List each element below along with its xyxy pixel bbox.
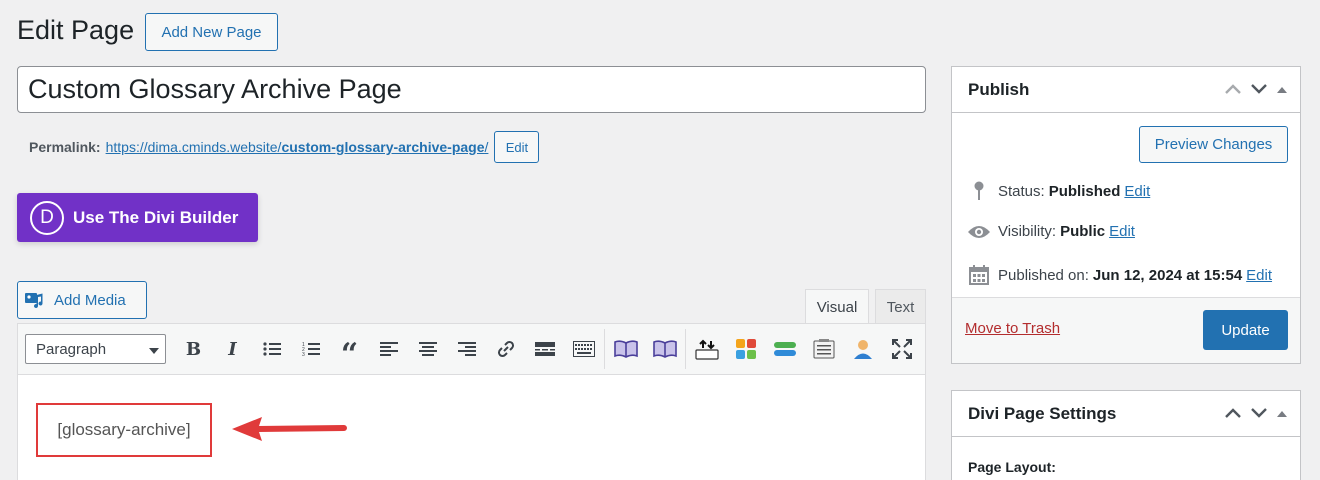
- move-to-trash-link[interactable]: Move to Trash: [965, 320, 1060, 337]
- published-edit-link[interactable]: Edit: [1246, 267, 1272, 284]
- align-left-icon[interactable]: [369, 333, 408, 365]
- document-icon[interactable]: [804, 333, 843, 365]
- status-edit-link[interactable]: Edit: [1124, 183, 1150, 200]
- align-center-icon[interactable]: [408, 333, 447, 365]
- tab-visual[interactable]: Visual: [805, 289, 869, 324]
- glossary-book-alt-icon[interactable]: [645, 333, 684, 365]
- toolbar-separator: [604, 329, 605, 369]
- toggle-bars-icon[interactable]: [765, 333, 804, 365]
- annotation-arrow-icon: [232, 417, 347, 441]
- publish-title: Publish: [968, 79, 1030, 99]
- chevron-up-icon[interactable]: [1224, 404, 1242, 424]
- shortcode-highlight[interactable]: [glossary-archive]: [36, 403, 212, 457]
- status-value: Published: [1048, 182, 1121, 200]
- publish-actions: Move to Trash Update: [952, 297, 1300, 363]
- visibility-edit-link[interactable]: Edit: [1109, 223, 1135, 240]
- numbered-list-icon[interactable]: 123: [291, 333, 330, 365]
- add-new-page-button[interactable]: Add New Page: [145, 13, 278, 51]
- user-icon[interactable]: [843, 333, 882, 365]
- toolbar-toggle-icon[interactable]: [564, 333, 603, 365]
- add-media-label: Add Media: [54, 291, 126, 309]
- link-icon[interactable]: [486, 333, 525, 365]
- blockquote-icon[interactable]: “: [330, 333, 369, 372]
- page-title: Edit Page: [17, 15, 135, 45]
- editor-content-text: [glossary-archive]: [57, 420, 191, 439]
- preview-changes-button[interactable]: Preview Changes: [1139, 126, 1288, 163]
- chevron-up-icon[interactable]: [1224, 80, 1242, 100]
- tab-text[interactable]: Text: [875, 289, 926, 324]
- chevron-down-icon[interactable]: [1250, 80, 1268, 100]
- update-button[interactable]: Update: [1203, 310, 1288, 350]
- status-row: Status: Published Edit: [966, 181, 1150, 201]
- published-date-value: Jun 12, 2024 at 15:54: [1092, 266, 1243, 284]
- published-on-row: Published on: Jun 12, 2024 at 15:54 Edit: [966, 265, 1272, 285]
- bullet-list-icon[interactable]: [252, 333, 291, 365]
- collapse-triangle-icon[interactable]: [1276, 404, 1288, 424]
- divi-settings-header: Divi Page Settings: [952, 391, 1300, 437]
- pin-icon: [966, 181, 992, 201]
- permalink-row: Permalink: https://dima.cminds.website/c…: [29, 131, 540, 163]
- italic-icon[interactable]: I: [213, 333, 252, 365]
- upload-icon[interactable]: [687, 333, 726, 365]
- format-select[interactable]: Paragraph: [25, 334, 166, 364]
- eye-icon: [966, 224, 992, 240]
- editor-toolbar: Paragraph B I 123 “: [18, 324, 925, 375]
- divi-page-settings-panel: Divi Page Settings Page Layout:: [951, 390, 1301, 480]
- calendar-icon: [966, 265, 992, 285]
- divi-button-label: Use The Divi Builder: [73, 207, 239, 227]
- post-title-input[interactable]: [17, 66, 926, 113]
- use-divi-builder-button[interactable]: D Use The Divi Builder: [17, 193, 258, 242]
- collapse-triangle-icon[interactable]: [1276, 80, 1288, 100]
- add-media-icon: [24, 290, 46, 310]
- chevron-down-icon[interactable]: [1250, 404, 1268, 424]
- toolbar-separator: [685, 329, 686, 369]
- visibility-value: Public: [1060, 223, 1106, 240]
- permalink-link[interactable]: https://dima.cminds.website/custom-gloss…: [106, 139, 489, 155]
- divi-logo-icon: D: [30, 200, 64, 235]
- svg-text:3: 3: [302, 352, 305, 357]
- publish-panel: Publish Preview Changes Status: Publishe…: [951, 66, 1301, 364]
- publish-panel-header: Publish: [952, 67, 1300, 113]
- caret-down-icon: [149, 341, 159, 358]
- page-layout-label: Page Layout:: [968, 459, 1056, 475]
- permalink-label: Permalink:: [29, 139, 101, 155]
- bold-icon[interactable]: B: [174, 333, 213, 365]
- divi-settings-title: Divi Page Settings: [968, 403, 1117, 423]
- align-right-icon[interactable]: [447, 333, 486, 365]
- read-more-icon[interactable]: [525, 333, 564, 365]
- content-editor: Paragraph B I 123 “ [glossary-archive]: [17, 323, 926, 480]
- add-media-button[interactable]: Add Media: [17, 281, 147, 319]
- visibility-row: Visibility: Public Edit: [966, 223, 1135, 240]
- fullscreen-icon[interactable]: [882, 333, 921, 365]
- color-blocks-icon[interactable]: [726, 333, 765, 365]
- permalink-edit-button[interactable]: Edit: [494, 131, 540, 163]
- glossary-book-icon[interactable]: [606, 333, 645, 365]
